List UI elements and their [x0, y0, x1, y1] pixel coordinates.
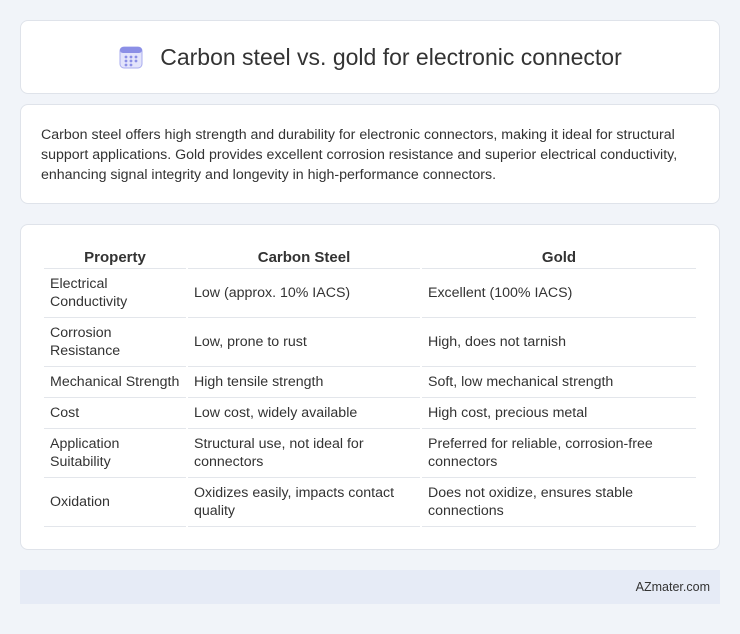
table-cell: Excellent (100% IACS) — [422, 269, 696, 318]
table-cell: Preferred for reliable, corrosion-free c… — [422, 429, 696, 478]
calendar-icon — [118, 44, 144, 70]
page-title: Carbon steel vs. gold for electronic con… — [160, 43, 622, 70]
summary-text: Carbon steel offers high strength and du… — [41, 127, 678, 183]
comparison-table-card: Property Carbon Steel Gold Electrical Co… — [20, 224, 720, 550]
table-cell: Electrical Conductivity — [44, 269, 186, 318]
table-row: Cost Low cost, widely available High cos… — [44, 398, 696, 429]
table-cell: Low cost, widely available — [188, 398, 420, 429]
table-cell: Structural use, not ideal for connectors — [188, 429, 420, 478]
table-cell: Oxidizes easily, impacts contact quality — [188, 478, 420, 527]
table-cell: Oxidation — [44, 478, 186, 527]
table-cell: Low, prone to rust — [188, 318, 420, 367]
table-row: Application Suitability Structural use, … — [44, 429, 696, 478]
table-cell: Soft, low mechanical strength — [422, 367, 696, 398]
table-cell: Cost — [44, 398, 186, 429]
table-cell: High cost, precious metal — [422, 398, 696, 429]
table-header-row: Property Carbon Steel Gold — [44, 245, 696, 269]
table-cell: Corrosion Resistance — [44, 318, 186, 367]
table-cell: Does not oxidize, ensures stable connect… — [422, 478, 696, 527]
table-cell: Mechanical Strength — [44, 367, 186, 398]
header-carbon-steel: Carbon Steel — [188, 245, 420, 269]
table-row: Corrosion Resistance Low, prone to rust … — [44, 318, 696, 367]
footer-brand[interactable]: AZmater.com — [636, 580, 710, 594]
header-gold: Gold — [422, 245, 696, 269]
comparison-table: Property Carbon Steel Gold Electrical Co… — [42, 245, 698, 527]
table-row: Electrical Conductivity Low (approx. 10%… — [44, 269, 696, 318]
title-card: Carbon steel vs. gold for electronic con… — [20, 20, 720, 94]
table-cell: High tensile strength — [188, 367, 420, 398]
table-row: Mechanical Strength High tensile strengt… — [44, 367, 696, 398]
table-cell: Low (approx. 10% IACS) — [188, 269, 420, 318]
table-row: Oxidation Oxidizes easily, impacts conta… — [44, 478, 696, 527]
header-property: Property — [44, 245, 186, 269]
summary-card: Carbon steel offers high strength and du… — [20, 104, 720, 204]
table-cell: Application Suitability — [44, 429, 186, 478]
table-cell: High, does not tarnish — [422, 318, 696, 367]
footer: AZmater.com — [20, 570, 720, 604]
